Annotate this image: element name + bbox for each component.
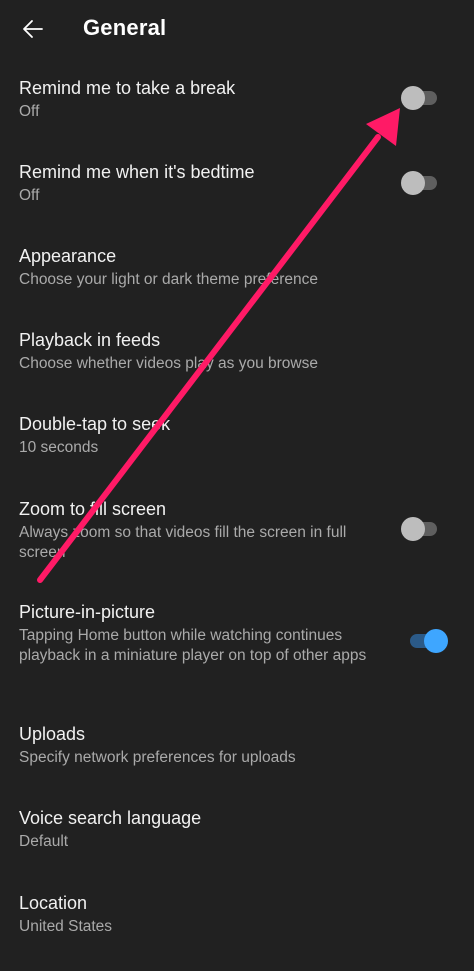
setting-double-tap-seek[interactable]: Double-tap to seek 10 seconds xyxy=(0,414,474,474)
setting-label: Appearance xyxy=(19,246,117,266)
setting-label: Picture-in-picture xyxy=(19,602,156,622)
arrow-left-icon xyxy=(23,20,43,38)
setting-appearance[interactable]: Appearance Choose your light or dark the… xyxy=(0,246,474,306)
setting-voice-search-language[interactable]: Voice search language Default xyxy=(0,808,474,868)
setting-subtitle: Off xyxy=(19,187,40,204)
setting-label: Uploads xyxy=(19,724,86,744)
setting-subtitle: Specify network preferences for uploads xyxy=(19,749,296,766)
setting-subtitle: Off xyxy=(19,103,40,120)
setting-label: Remind me to take a break xyxy=(19,78,236,98)
setting-label: Double-tap to seek xyxy=(19,414,171,434)
setting-subtitle: 10 seconds xyxy=(19,439,99,456)
setting-picture-in-picture[interactable]: Picture-in-picture Tapping Home button w… xyxy=(0,602,474,690)
toggle-knob xyxy=(424,629,448,653)
zoom-to-fill-toggle[interactable] xyxy=(401,517,439,541)
setting-label: Remind me when it's bedtime xyxy=(19,162,255,182)
page-title: General xyxy=(83,15,167,40)
setting-label: Zoom to fill screen xyxy=(19,499,167,519)
setting-subtitle: Tapping Home button while watching conti… xyxy=(19,627,367,664)
setting-uploads[interactable]: Uploads Specify network preferences for … xyxy=(0,724,474,784)
back-button[interactable] xyxy=(20,16,46,42)
setting-subtitle: Choose your light or dark theme preferen… xyxy=(19,271,318,288)
picture-in-picture-toggle[interactable] xyxy=(410,629,448,653)
take-a-break-toggle[interactable] xyxy=(401,86,439,110)
setting-label: Voice search language xyxy=(19,808,202,828)
setting-subtitle: Always zoom so that videos fill the scre… xyxy=(19,524,347,561)
toggle-knob xyxy=(401,86,425,110)
setting-location[interactable]: Location United States xyxy=(0,893,474,953)
setting-subtitle: Default xyxy=(19,833,69,850)
bedtime-toggle[interactable] xyxy=(401,171,439,195)
setting-subtitle: Choose whether videos play as you browse xyxy=(19,355,318,372)
setting-playback-in-feeds[interactable]: Playback in feeds Choose whether videos … xyxy=(0,330,474,390)
setting-label: Playback in feeds xyxy=(19,330,161,350)
toggle-knob xyxy=(401,171,425,195)
app-bar: General xyxy=(0,0,474,58)
toggle-knob xyxy=(401,517,425,541)
setting-label: Location xyxy=(19,893,88,913)
setting-subtitle: United States xyxy=(19,918,113,935)
